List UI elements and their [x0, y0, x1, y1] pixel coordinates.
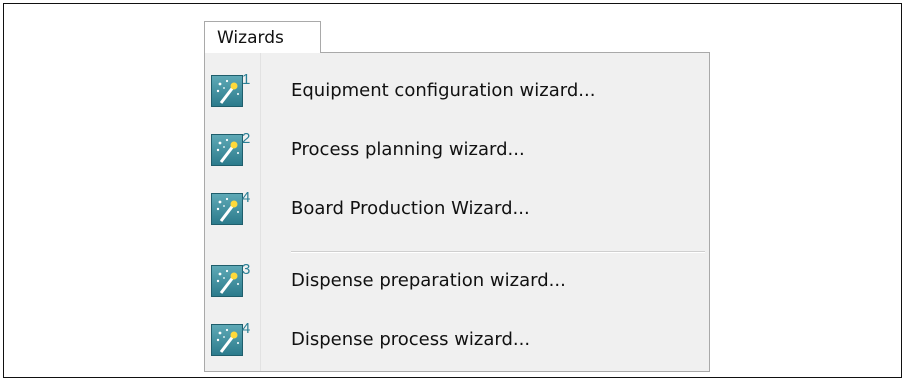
- menu-item-label: Equipment configuration wizard...: [291, 80, 596, 101]
- wizard-number-badge: 4: [242, 320, 251, 337]
- menu-item-dispense-preparation-wizard[interactable]: 3 Dispense preparation wizard...: [205, 253, 709, 309]
- wizard-number-badge: 4: [242, 189, 251, 206]
- menu-item-label: Dispense preparation wizard...: [291, 270, 566, 291]
- menu-item-label: Process planning wizard...: [291, 139, 525, 160]
- screenshot-frame: Wizards 1 Equipment configuration wizard…: [3, 3, 902, 378]
- wizards-dropdown-menu: 1 Equipment configuration wizard... 2 Pr…: [204, 52, 710, 372]
- wizard-number-badge: 1: [242, 71, 251, 88]
- menu-item-equipment-configuration-wizard[interactable]: 1 Equipment configuration wizard...: [205, 63, 709, 119]
- wizard-wand-icon: 4: [211, 189, 255, 225]
- wizard-wand-icon: 2: [211, 130, 255, 166]
- menu-wizards-tab[interactable]: Wizards: [204, 21, 321, 53]
- wizard-wand-icon: 4: [211, 320, 255, 356]
- menu-item-process-planning-wizard[interactable]: 2 Process planning wizard...: [205, 122, 709, 178]
- wizard-number-badge: 2: [242, 130, 251, 147]
- menu-item-label: Board Production Wizard...: [291, 198, 530, 219]
- menu-item-dispense-process-wizard[interactable]: 4 Dispense process wizard...: [205, 312, 709, 368]
- menu-item-board-production-wizard[interactable]: 4 Board Production Wizard...: [205, 181, 709, 237]
- wizard-wand-icon: 1: [211, 71, 255, 107]
- wizard-number-badge: 3: [242, 261, 251, 278]
- menu-item-label: Dispense process wizard...: [291, 329, 531, 350]
- wizard-wand-icon: 3: [211, 261, 255, 297]
